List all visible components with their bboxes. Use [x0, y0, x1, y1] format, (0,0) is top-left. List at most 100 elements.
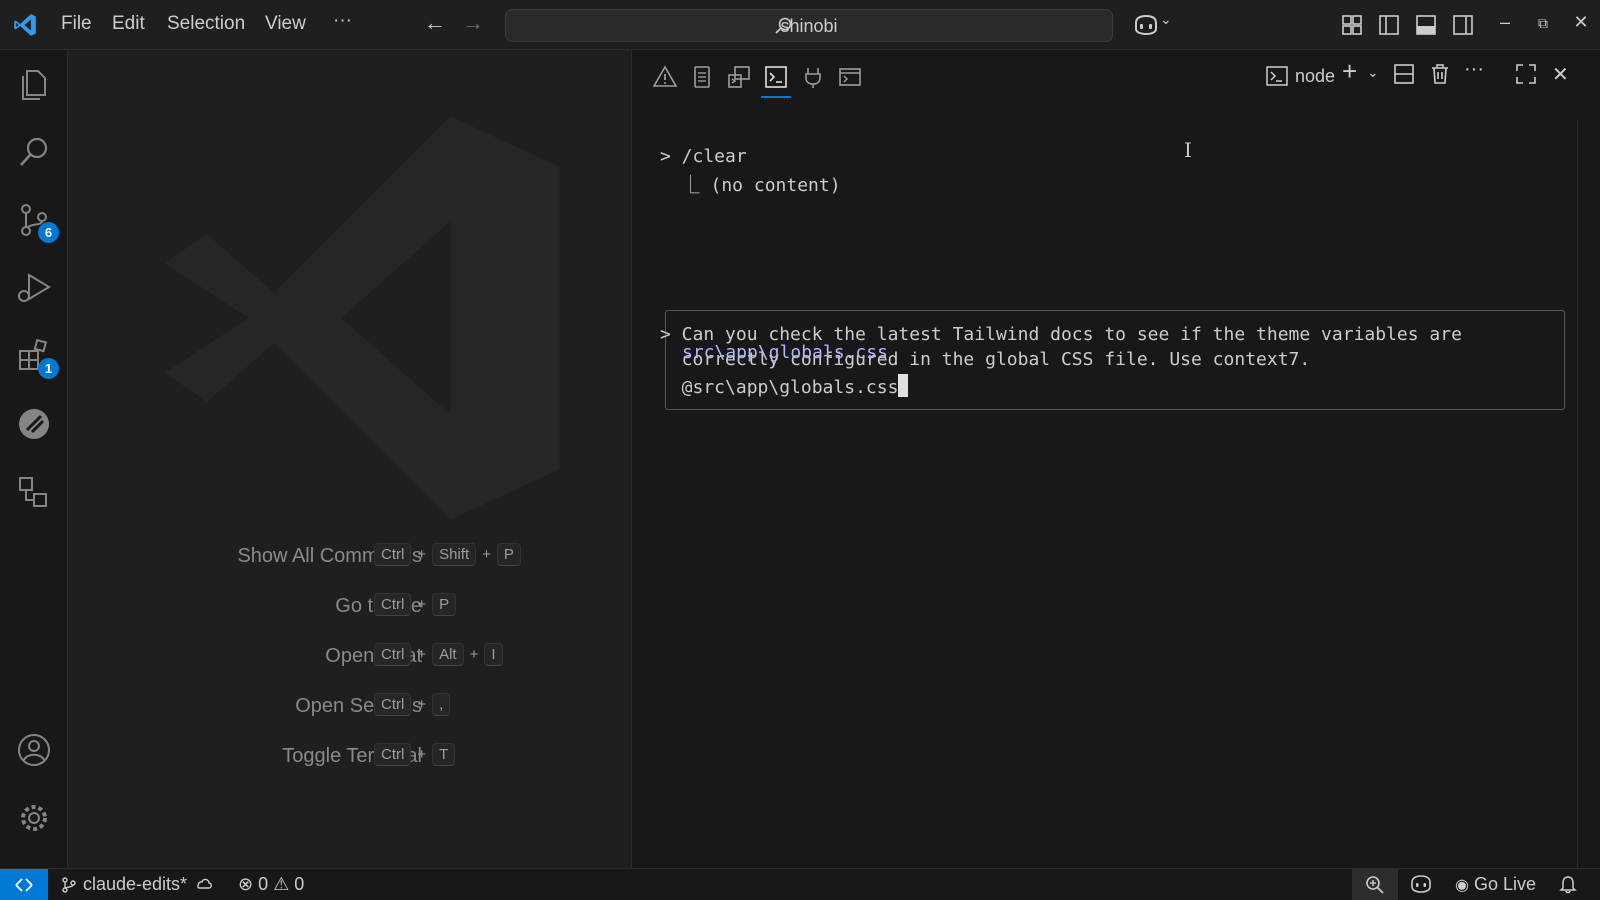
key-cap: Ctrl: [374, 543, 412, 566]
menu-view[interactable]: View: [265, 13, 306, 35]
prompt-line-3: @src\app\globals.css: [660, 374, 909, 398]
keybinding: Ctrl + Alt + I: [374, 643, 503, 666]
close-panel-icon[interactable]: ✕: [1552, 62, 1569, 90]
remote-icon: [15, 878, 33, 892]
shortcut-go-to-file[interactable]: Go to File Ctrl+ P: [68, 591, 632, 621]
shortcut-show-all-commands[interactable]: Show All Commands Ctrl + Shift + P: [68, 541, 632, 571]
tab-output-icon[interactable]: [689, 64, 715, 90]
vscode-logo-icon: [14, 14, 36, 36]
source-control-icon[interactable]: 6: [15, 201, 59, 243]
activity-bar: 6 1: [0, 50, 68, 868]
broadcast-icon: ◉: [1455, 876, 1469, 894]
terminal-profiles-chevron-down-icon[interactable]: ⌄: [1367, 64, 1379, 92]
command-center-search[interactable]: shinobi: [505, 9, 1113, 42]
menu-more[interactable]: ···: [333, 10, 352, 32]
forward-arrow-icon[interactable]: →: [462, 10, 484, 36]
branch-indicator[interactable]: claude-edits*: [60, 874, 187, 895]
testing-icon[interactable]: [15, 473, 53, 511]
account-icon[interactable]: [15, 731, 53, 769]
remote-indicator[interactable]: [0, 869, 48, 900]
extensions-icon[interactable]: 1: [15, 337, 59, 379]
shortcut-open-settings[interactable]: Open Settings Ctrl + ,: [68, 691, 632, 721]
key-cap: Ctrl: [374, 643, 412, 666]
shortcut-open-chat[interactable]: Open Chat Ctrl+ Alt+ I: [68, 641, 632, 671]
key-cap: Alt: [432, 643, 464, 666]
go-live-button[interactable]: ◉ Go Live: [1455, 874, 1536, 895]
customize-layout-icon[interactable]: [1340, 13, 1364, 37]
terminal-selector[interactable]: node: [1265, 62, 1335, 90]
keybinding: Ctrl + Shift + P: [374, 543, 521, 566]
key-cap: P: [432, 593, 457, 616]
go-live-label: Go Live: [1473, 874, 1537, 894]
restore-icon[interactable]: ⧉: [1531, 15, 1555, 32]
extensions-badge: 1: [38, 358, 59, 379]
new-terminal-plus-icon[interactable]: +: [1342, 56, 1357, 86]
kill-terminal-trash-icon[interactable]: [1428, 62, 1452, 90]
toggle-panel-icon[interactable]: [1414, 13, 1438, 37]
menu-edit[interactable]: Edit: [112, 13, 145, 35]
split-terminal-icon[interactable]: [1392, 62, 1416, 90]
editor-area: Show All Commands Ctrl+ Shift+ P Go to F…: [68, 50, 632, 868]
terminal-name: node: [1295, 65, 1336, 86]
title-bar: File Edit Selection View ··· ← → shinobi…: [0, 0, 1600, 50]
text-cursor: [898, 374, 909, 397]
notifications-bell-icon[interactable]: [1558, 874, 1578, 894]
toggle-primary-sidebar-icon[interactable]: [1377, 13, 1401, 37]
maximize-panel-icon[interactable]: [1514, 62, 1538, 90]
copilot-chevron-down-icon[interactable]: ⌄: [1160, 11, 1184, 35]
keybinding: Ctrl + P: [374, 593, 457, 616]
key-cap: Shift: [432, 543, 477, 566]
manage-gear-icon[interactable]: [15, 799, 53, 837]
tab-terminal-icon[interactable]: [761, 64, 791, 98]
minimize-icon[interactable]: –: [1493, 12, 1517, 33]
menu-file[interactable]: File: [61, 13, 92, 35]
tab-problems-warning-icon[interactable]: [652, 64, 678, 90]
branch-icon: [62, 876, 76, 893]
key-cap: Ctrl: [374, 743, 412, 766]
search-icon[interactable]: [15, 133, 53, 171]
vscode-watermark-icon: [164, 116, 560, 520]
toggle-secondary-sidebar-icon[interactable]: [1451, 13, 1475, 37]
problems-indicator[interactable]: ⊗ 0 ⚠ 0: [238, 874, 304, 895]
tab-ports-plug-icon[interactable]: [800, 64, 826, 90]
copilot-status-icon[interactable]: [1409, 874, 1433, 894]
terminal-line-no-content: ⎿ (no content): [660, 175, 841, 196]
key-cap: I: [484, 643, 503, 666]
key-cap: Ctrl: [374, 693, 412, 716]
key-cap: P: [496, 543, 521, 566]
remote-explorer-icon[interactable]: [15, 405, 53, 443]
back-arrow-icon[interactable]: ←: [424, 10, 446, 36]
key-cap: Ctrl: [374, 593, 412, 616]
branch-name: claude-edits*: [83, 874, 188, 894]
panel: node + ⌄ ··· ✕ > /clear ⎿ (no content) >…: [632, 50, 1600, 868]
zoom-icon: [1366, 876, 1384, 894]
mouse-ibeam-cursor-icon: I: [1184, 138, 1192, 162]
terminal-output[interactable]: > /clear ⎿ (no content) > Can you check …: [632, 130, 1582, 850]
panel-more-actions-icon[interactable]: ···: [1464, 58, 1484, 86]
sync-cloud-icon[interactable]: [194, 874, 214, 892]
status-bar: claude-edits* ⊗ 0 ⚠ 0 ◉ Go Live: [0, 868, 1600, 900]
tab-gitlens-icon[interactable]: [837, 64, 863, 90]
key-cap: T: [432, 743, 456, 766]
tab-debug-console-icon[interactable]: [726, 64, 752, 90]
file-suggestion[interactable]: src\app\globals.css: [682, 342, 888, 363]
command-center-label: shinobi: [780, 16, 838, 36]
menu-selection[interactable]: Selection: [167, 13, 245, 35]
keybinding: Ctrl + ,: [374, 693, 451, 716]
copilot-icon[interactable]: [1132, 13, 1160, 37]
zoom-indicator[interactable]: [1352, 869, 1398, 900]
error-icon: ⊗: [238, 874, 254, 894]
close-window-icon[interactable]: ✕: [1569, 12, 1593, 33]
keybinding: Ctrl + T: [374, 743, 456, 766]
terminal-scrollbar[interactable]: [1577, 120, 1600, 868]
run-debug-icon[interactable]: [15, 269, 53, 307]
explorer-icon[interactable]: [15, 65, 53, 103]
terminal-line-clear: > /clear: [660, 146, 747, 167]
shortcut-toggle-terminal[interactable]: Toggle Terminal Ctrl + T: [68, 741, 632, 771]
warning-count: 0: [294, 874, 305, 894]
terminal-icon: [1266, 66, 1288, 86]
key-cap: ,: [432, 693, 451, 716]
source-control-badge: 6: [38, 222, 59, 243]
warning-icon: ⚠: [273, 874, 290, 894]
prompt-line-3-text: @src\app\globals.css: [660, 377, 899, 398]
